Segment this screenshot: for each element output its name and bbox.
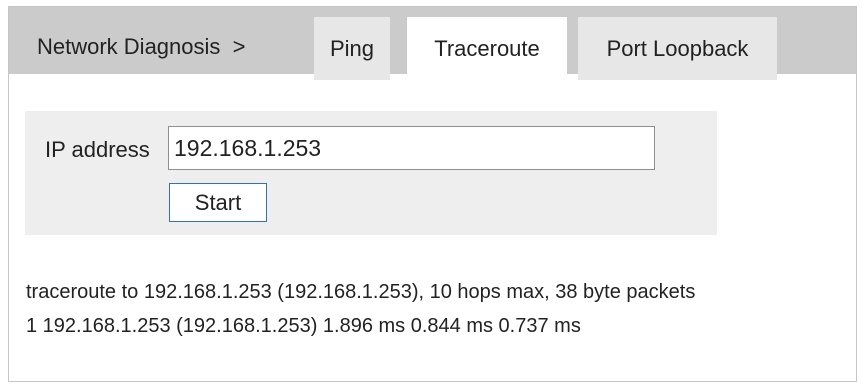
tab-bar: Network Diagnosis > Ping Traceroute Port… [9,7,856,80]
tab-port-loopback[interactable]: Port Loopback [578,17,777,80]
start-button[interactable]: Start [169,183,267,222]
tab-label: Traceroute [434,36,540,61]
output-line: 1 192.168.1.253 (192.168.1.253) 1.896 ms… [26,315,581,337]
tab-ping[interactable]: Ping [314,17,390,80]
tab-traceroute[interactable]: Traceroute [407,17,567,80]
network-diagnosis-frame: Network Diagnosis > Ping Traceroute Port… [8,6,857,382]
tab-label: Port Loopback [606,36,749,61]
ip-address-label: IP address [45,137,150,162]
breadcrumb: Network Diagnosis > [37,7,246,80]
breadcrumb-label: Network Diagnosis [37,34,221,59]
tab-label: Ping [329,36,375,61]
traceroute-form-panel: IP address Start [25,111,717,235]
breadcrumb-separator: > [232,34,246,59]
traceroute-output: traceroute to 192.168.1.253 (192.168.1.2… [26,275,851,343]
output-line: traceroute to 192.168.1.253 (192.168.1.2… [26,281,696,303]
ip-address-input[interactable] [168,126,655,170]
